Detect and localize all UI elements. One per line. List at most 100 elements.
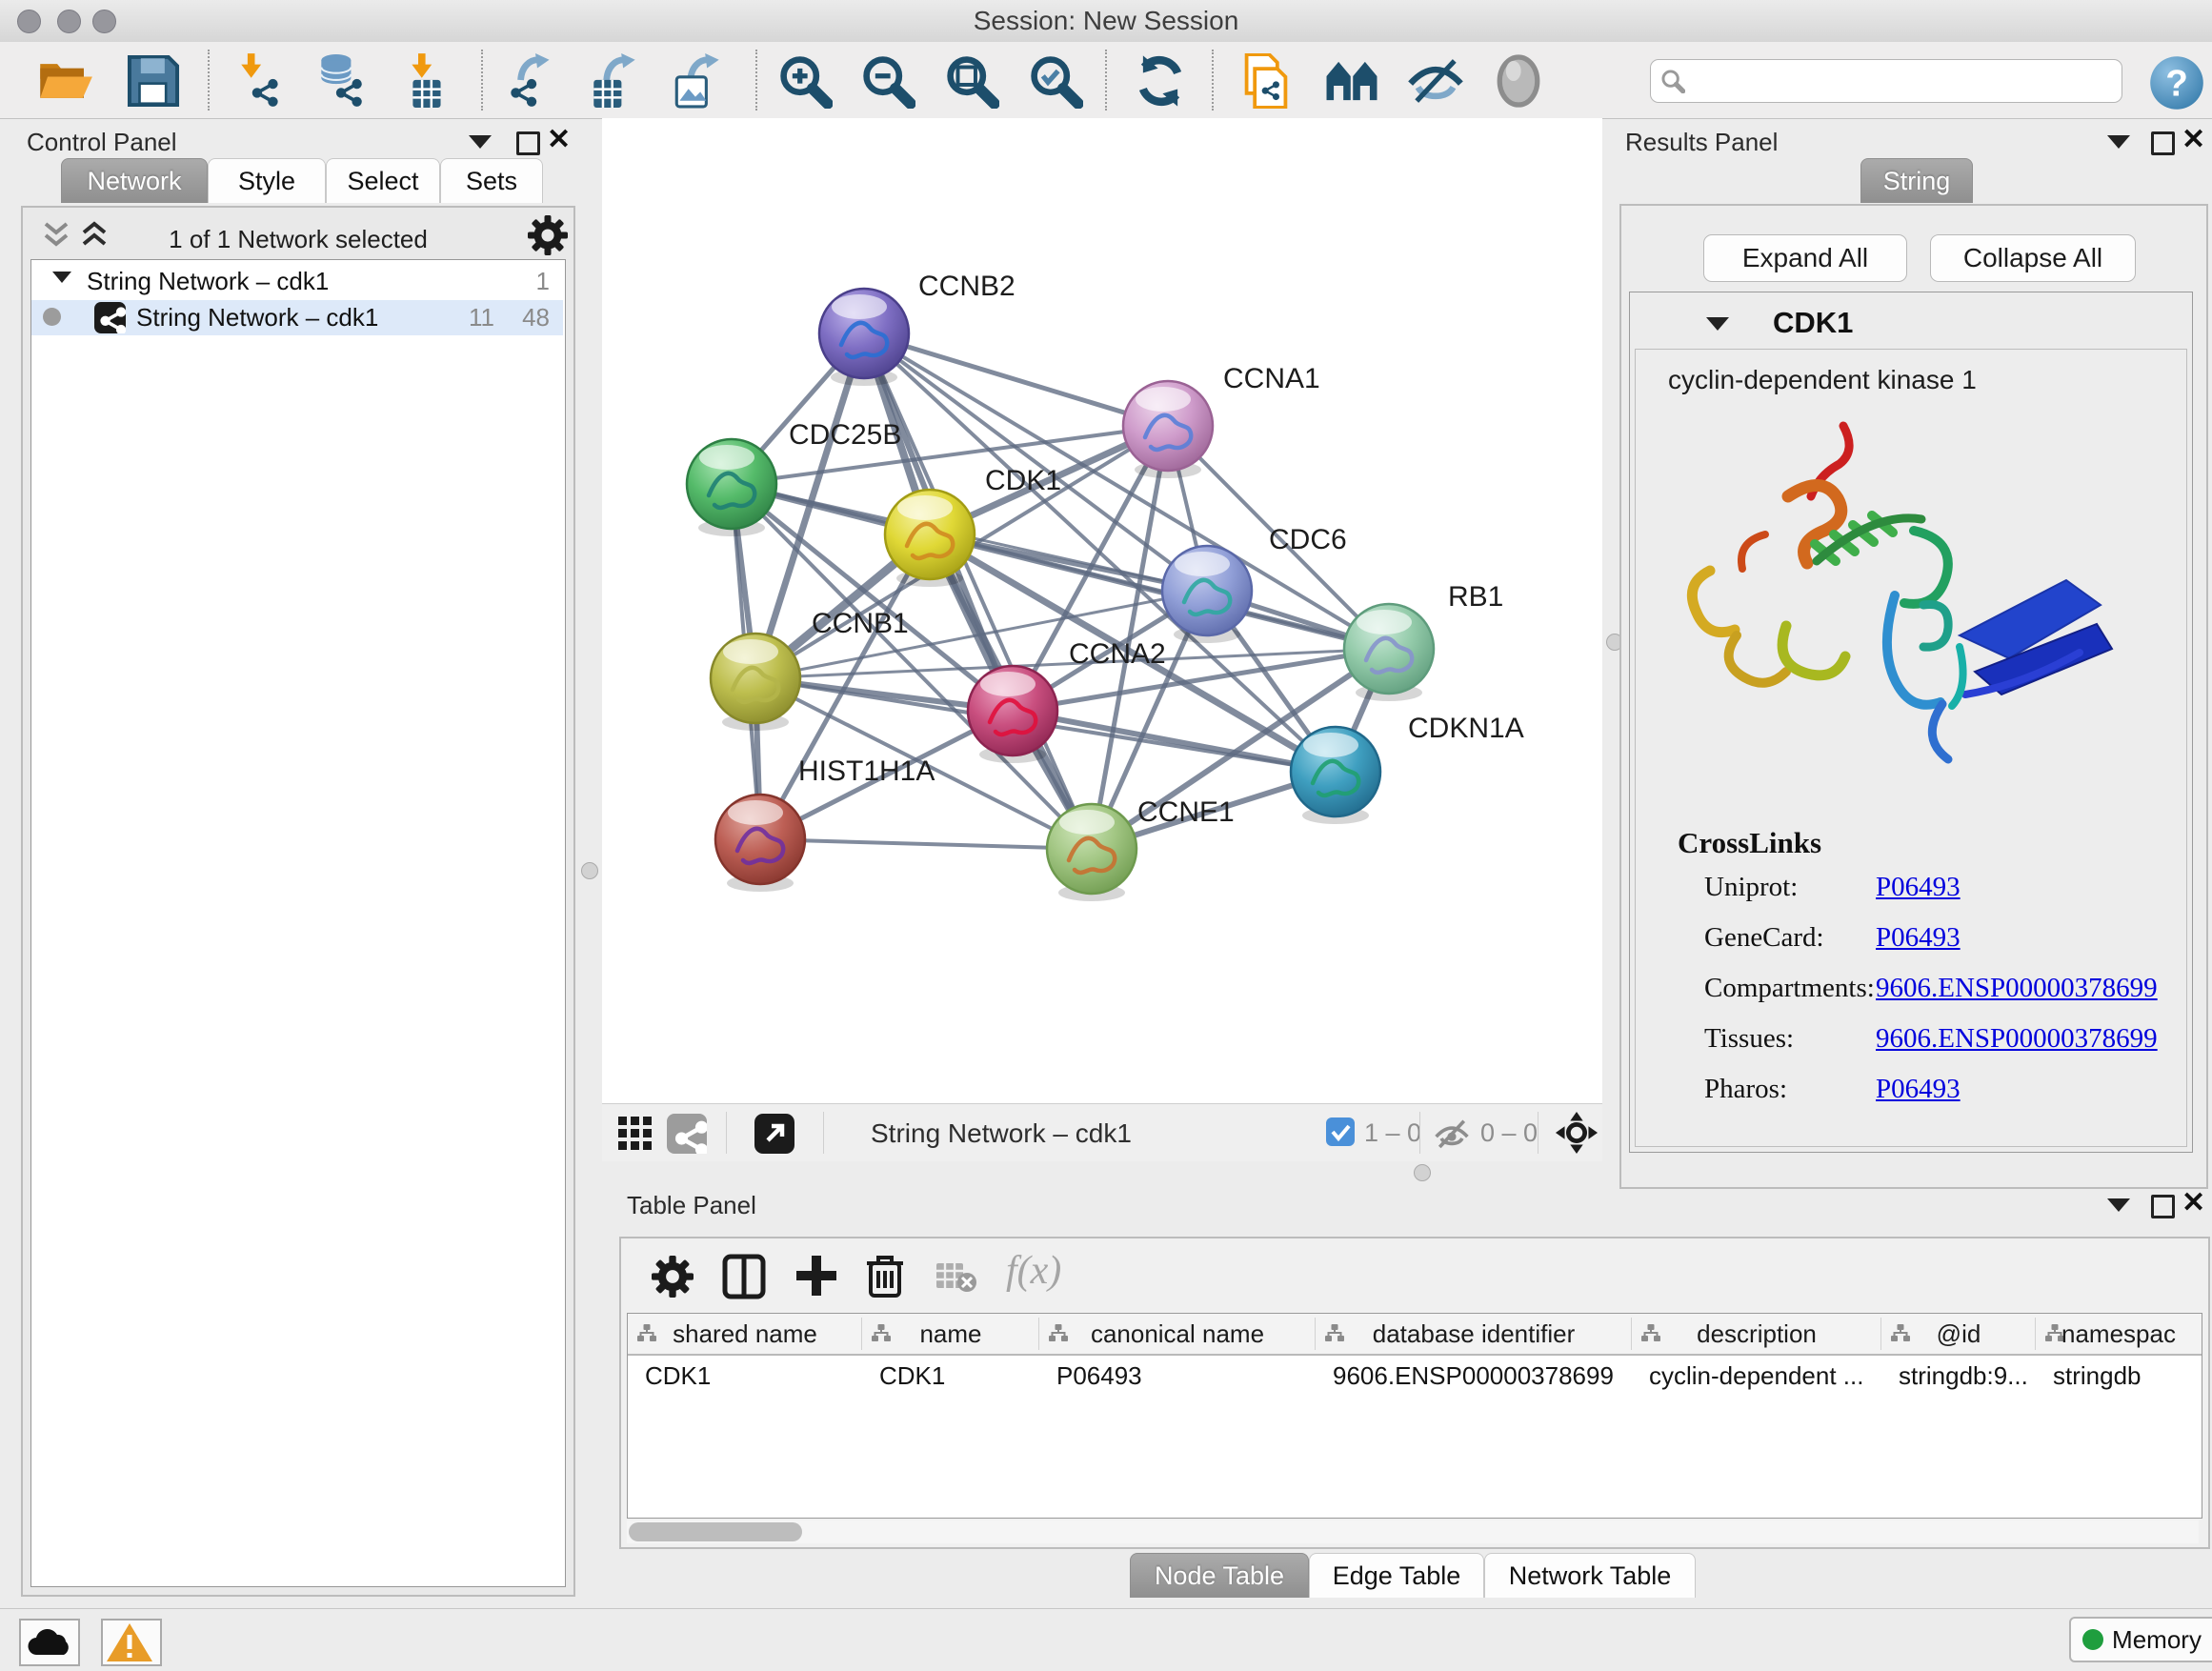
left-splitter-handle[interactable] xyxy=(581,862,598,879)
network-node-ccne1[interactable] xyxy=(1047,804,1136,901)
delete-column-icon[interactable] xyxy=(865,1252,905,1299)
search-input[interactable] xyxy=(1693,62,2116,98)
table-cell[interactable]: CDK1 xyxy=(645,1361,856,1391)
birds-eye-view-icon[interactable] xyxy=(1555,1111,1599,1155)
table-cell[interactable]: 9606.ENSP00000378699 xyxy=(1333,1361,1626,1391)
zoom-in-icon[interactable] xyxy=(777,53,833,109)
control-panel-menu-icon[interactable] xyxy=(469,135,492,149)
results-panel-close-icon[interactable]: ✕ xyxy=(2182,128,2205,152)
table-options-gear-icon[interactable] xyxy=(652,1256,694,1298)
network-node-cdkn1a[interactable] xyxy=(1291,727,1380,824)
open-in-window-icon[interactable] xyxy=(754,1114,794,1154)
grid-view-icon[interactable] xyxy=(617,1116,654,1152)
help-icon[interactable]: ? xyxy=(2149,55,2204,111)
tab-network-table[interactable]: Network Table xyxy=(1484,1553,1696,1598)
tab-node-table[interactable]: Node Table xyxy=(1130,1553,1309,1598)
function-builder-icon[interactable]: f(x) xyxy=(1006,1248,1061,1294)
bottom-splitter-handle[interactable] xyxy=(1414,1164,1431,1181)
import-table-icon[interactable] xyxy=(400,53,455,109)
network-node-ccna1[interactable] xyxy=(1123,381,1213,478)
results-panel-menu-icon[interactable] xyxy=(2107,135,2130,149)
refresh-icon[interactable] xyxy=(1133,53,1188,109)
zoom-selected-icon[interactable] xyxy=(1028,53,1083,109)
tab-network[interactable]: Network xyxy=(61,158,208,203)
control-panel-close-icon[interactable]: ✕ xyxy=(547,128,571,152)
cdk1-expand-icon[interactable] xyxy=(1706,317,1729,331)
tab-sets[interactable]: Sets xyxy=(440,158,543,203)
search-field[interactable] xyxy=(1650,59,2122,103)
network-from-selection-icon[interactable] xyxy=(1238,53,1294,109)
table-panel-float-icon[interactable] xyxy=(2151,1195,2175,1218)
network-row[interactable]: String Network – cdk1 11 48 xyxy=(31,300,563,335)
table-cell[interactable]: stringdb xyxy=(2053,1361,2196,1391)
network-edge[interactable] xyxy=(760,839,1092,849)
crosslink-link[interactable]: 9606.ENSP00000378699 xyxy=(1876,973,2158,1004)
open-session-icon[interactable] xyxy=(38,53,93,109)
collapse-all-button[interactable]: Collapse All xyxy=(1930,234,2136,282)
table-cell[interactable]: CDK1 xyxy=(879,1361,1034,1391)
hidden-eye-icon[interactable] xyxy=(1433,1117,1471,1149)
hide-selected-icon[interactable] xyxy=(1408,53,1463,109)
toolbar-separator xyxy=(1105,50,1107,111)
column-header-canonical-name[interactable]: canonical name xyxy=(1039,1314,1316,1354)
selected-checkbox-icon[interactable] xyxy=(1326,1117,1355,1146)
column-header-name[interactable]: name xyxy=(862,1314,1039,1354)
network-collection-row[interactable]: String Network – cdk1 1 xyxy=(31,264,563,299)
node-table[interactable]: shared namenamecanonical namedatabase id… xyxy=(627,1313,2202,1519)
column-header-description[interactable]: description xyxy=(1632,1314,1881,1354)
crosslink-label: Pharos: xyxy=(1704,1074,1787,1105)
column-header-namespac[interactable]: namespac xyxy=(2036,1314,2202,1354)
import-network-from-database-icon[interactable] xyxy=(312,53,368,109)
result-entry-name[interactable]: CDK1 xyxy=(1773,306,1853,340)
network-edge[interactable] xyxy=(864,333,1168,426)
show-columns-icon[interactable] xyxy=(722,1254,766,1299)
table-cell[interactable]: stringdb:9... xyxy=(1899,1361,2030,1391)
delete-table-icon[interactable] xyxy=(935,1259,977,1294)
column-header--id[interactable]: @id xyxy=(1881,1314,2036,1354)
network-graph[interactable]: CCNB2CCNA1CDC25BCDK1CDC6RB1CCNB1CCNA2CDK… xyxy=(602,118,1602,1103)
table-cell[interactable]: cyclin-dependent ... xyxy=(1649,1361,1876,1391)
tab-style[interactable]: Style xyxy=(208,158,326,203)
network-options-gear-icon[interactable] xyxy=(528,215,568,255)
crosslink-link[interactable]: P06493 xyxy=(1876,922,1961,954)
table-panel-close-icon[interactable]: ✕ xyxy=(2182,1191,2205,1216)
export-image-icon[interactable] xyxy=(669,53,724,109)
network-canvas[interactable]: CCNB2CCNA1CDC25BCDK1CDC6RB1CCNB1CCNA2CDK… xyxy=(602,118,1602,1103)
crosslink-link[interactable]: P06493 xyxy=(1876,1074,1961,1105)
network-node-hist1h1a[interactable] xyxy=(715,795,805,892)
export-table-icon[interactable] xyxy=(585,53,640,109)
column-header-shared-name[interactable]: shared name xyxy=(628,1314,862,1354)
show-all-icon[interactable] xyxy=(1491,53,1546,109)
crosslink-link[interactable]: P06493 xyxy=(1876,872,1961,903)
results-panel-float-icon[interactable] xyxy=(2151,131,2175,155)
network-node-ccnb1[interactable] xyxy=(711,634,800,731)
expand-all-button[interactable]: Expand All xyxy=(1703,234,1907,282)
scrollbar-thumb[interactable] xyxy=(629,1522,802,1541)
warning-status-button[interactable] xyxy=(101,1619,162,1666)
tab-select[interactable]: Select xyxy=(326,158,440,203)
collection-expand-icon[interactable] xyxy=(52,272,71,283)
crosslink-link[interactable]: 9606.ENSP00000378699 xyxy=(1876,1023,2158,1055)
cloud-status-button[interactable] xyxy=(19,1619,80,1666)
tab-string[interactable]: String xyxy=(1860,158,1973,203)
network-node-rb1[interactable] xyxy=(1344,604,1434,701)
table-horizontal-scrollbar[interactable] xyxy=(627,1520,2199,1543)
network-badge-icon[interactable] xyxy=(667,1114,707,1154)
network-node-cdc25b[interactable] xyxy=(687,439,776,536)
result-entry-content: cyclin-dependent kinase 1 xyxy=(1635,349,2187,1147)
create-column-icon[interactable] xyxy=(794,1254,838,1298)
selected-node-edge-counts: 1 – 0 xyxy=(1364,1118,1421,1148)
network-overview-icon[interactable] xyxy=(1324,53,1379,109)
export-network-icon[interactable] xyxy=(503,53,558,109)
control-panel-float-icon[interactable] xyxy=(516,131,540,155)
tab-edge-table[interactable]: Edge Table xyxy=(1309,1553,1484,1598)
zoom-out-icon[interactable] xyxy=(860,53,915,109)
memory-button[interactable]: Memory xyxy=(2069,1617,2212,1662)
import-network-icon[interactable] xyxy=(232,53,288,109)
column-header-database-identifier[interactable]: database identifier xyxy=(1316,1314,1632,1354)
network-node-cdc6[interactable] xyxy=(1162,546,1252,643)
table-cell[interactable]: P06493 xyxy=(1056,1361,1310,1391)
zoom-fit-icon[interactable] xyxy=(944,53,999,109)
table-panel-menu-icon[interactable] xyxy=(2107,1198,2130,1212)
save-session-icon[interactable] xyxy=(126,53,181,109)
